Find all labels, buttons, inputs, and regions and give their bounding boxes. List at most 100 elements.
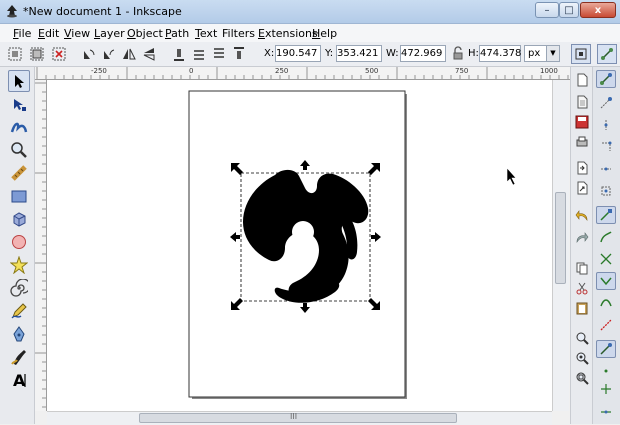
lower-to-bottom-icon[interactable]	[170, 45, 188, 63]
snap-rotation-center-icon[interactable]	[596, 380, 616, 398]
ellipse-tool-icon[interactable]	[8, 231, 30, 253]
snap-bbox-corners-icon[interactable]	[596, 138, 616, 156]
copy-icon[interactable]	[574, 260, 590, 276]
menu-file[interactable]: File	[13, 27, 31, 40]
node-tool-icon[interactable]	[8, 93, 30, 115]
x-label: X:	[264, 48, 275, 59]
ruler-label: -250	[91, 67, 107, 75]
snap-bbox-midpoints-icon[interactable]	[596, 160, 616, 178]
paste-icon[interactable]	[574, 300, 590, 316]
text-tool-icon[interactable]: A	[8, 369, 30, 391]
snap-controls-bar	[592, 67, 620, 424]
snap-enable-icon[interactable]	[596, 70, 616, 88]
menu-view[interactable]: View	[64, 27, 90, 40]
ruler-label: 0	[189, 67, 194, 75]
undo-icon[interactable]	[574, 208, 590, 224]
deselect-icon[interactable]	[50, 45, 68, 63]
y-field[interactable]: 353.421	[336, 45, 382, 62]
vertical-ruler	[35, 80, 47, 411]
export-icon[interactable]	[574, 180, 590, 196]
inkscape-logo-icon	[7, 5, 17, 18]
menu-object[interactable]: Object	[127, 27, 163, 40]
zoom-selection-icon[interactable]	[574, 330, 590, 346]
snap-paths-icon[interactable]	[596, 228, 616, 246]
raise-to-top-icon[interactable]	[230, 45, 248, 63]
scale-stroke-icon[interactable]	[571, 44, 591, 64]
canvas[interactable]	[47, 80, 552, 411]
select-all-icon[interactable]	[6, 45, 24, 63]
snap-others-icon[interactable]	[596, 340, 616, 358]
select-all-layers-icon[interactable]	[28, 45, 46, 63]
vertical-scrollbar[interactable]	[552, 80, 569, 411]
flip-horizontal-icon[interactable]	[120, 45, 138, 63]
measure-tool-icon[interactable]	[8, 162, 30, 184]
new-document-icon[interactable]	[574, 72, 590, 88]
import-icon[interactable]	[574, 160, 590, 176]
horizontal-scroll-thumb[interactable]: III	[139, 412, 457, 423]
snap-nodes-icon[interactable]	[596, 206, 616, 224]
snap-intersections-icon[interactable]	[596, 250, 616, 268]
horizontal-ruler: -250 0 250 500 750 1000	[35, 67, 570, 80]
unit-select[interactable]: px ▼	[524, 45, 560, 62]
cut-icon[interactable]	[574, 280, 590, 296]
flip-vertical-icon[interactable]	[140, 45, 158, 63]
title-bar: *New document 1 - Inkscape – □ x	[0, 0, 620, 24]
mouse-cursor-icon	[506, 167, 517, 186]
rectangle-tool-icon[interactable]	[8, 185, 30, 207]
tool-controls-bar: X: 190.547 Y: 353.421 W: 472.969 H: 474.…	[0, 42, 620, 67]
snap-smooth-nodes-icon[interactable]	[596, 294, 616, 312]
calligraphy-tool-icon[interactable]	[8, 346, 30, 368]
minimize-button[interactable]: –	[535, 2, 559, 18]
x-field[interactable]: 190.547	[275, 45, 321, 62]
pencil-tool-icon[interactable]	[8, 300, 30, 322]
menu-layer[interactable]: Layer	[94, 27, 125, 40]
ruler-label: 500	[365, 67, 379, 75]
3d-box-tool-icon[interactable]	[8, 208, 30, 230]
scale-corners-icon[interactable]	[597, 44, 617, 64]
raise-icon[interactable]	[210, 45, 228, 63]
maximize-button[interactable]: □	[559, 2, 579, 18]
snap-text-baseline-icon[interactable]	[596, 400, 616, 418]
menu-path[interactable]: Path	[165, 27, 189, 40]
snap-bbox-centers-icon[interactable]	[596, 182, 616, 200]
menu-bar: File Edit View Layer Object Path Text Fi…	[0, 24, 620, 42]
snap-midpoints-icon[interactable]	[596, 316, 616, 334]
zoom-drawing-icon[interactable]	[574, 350, 590, 366]
menu-help[interactable]: Help	[312, 27, 337, 40]
snap-cusp-nodes-icon[interactable]	[596, 272, 616, 290]
snap-object-midpoints-icon[interactable]	[596, 362, 616, 380]
page	[188, 90, 406, 398]
menu-text[interactable]: Text	[195, 27, 217, 40]
pen-tool-icon[interactable]	[8, 323, 30, 345]
zoom-tool-icon[interactable]	[8, 139, 30, 161]
snap-bbox-icon[interactable]	[596, 94, 616, 112]
horizontal-scrollbar[interactable]: III	[47, 411, 552, 425]
h-field[interactable]: 474.378	[479, 45, 521, 62]
star-tool-icon[interactable]	[8, 254, 30, 276]
vertical-scroll-thumb[interactable]	[555, 192, 566, 284]
w-field[interactable]: 472.969	[400, 45, 446, 62]
rotate-ccw-icon[interactable]	[80, 45, 98, 63]
open-document-icon[interactable]	[574, 94, 590, 110]
redo-icon[interactable]	[574, 230, 590, 246]
chevron-down-icon: ▼	[546, 46, 559, 61]
rotate-cw-icon[interactable]	[100, 45, 118, 63]
svg-text:A: A	[13, 371, 26, 389]
zoom-page-icon[interactable]	[574, 370, 590, 386]
lower-icon[interactable]	[190, 45, 208, 63]
selector-tool-icon[interactable]	[8, 70, 30, 92]
spiral-tool-icon[interactable]	[8, 277, 30, 299]
window-title: *New document 1 - Inkscape	[23, 5, 182, 18]
close-button[interactable]: x	[580, 2, 616, 18]
menu-extensions[interactable]: Extensions	[258, 27, 318, 40]
lock-ratio-icon[interactable]	[449, 45, 467, 63]
y-label: Y:	[325, 48, 334, 59]
menu-filters[interactable]: Filters	[222, 27, 255, 40]
print-icon[interactable]	[574, 134, 590, 150]
w-label: W:	[386, 48, 399, 59]
commands-bar	[570, 67, 593, 424]
snap-bbox-edges-icon[interactable]	[596, 116, 616, 134]
save-icon[interactable]	[574, 114, 590, 130]
menu-edit[interactable]: Edit	[38, 27, 59, 40]
tweak-tool-icon[interactable]	[8, 116, 30, 138]
